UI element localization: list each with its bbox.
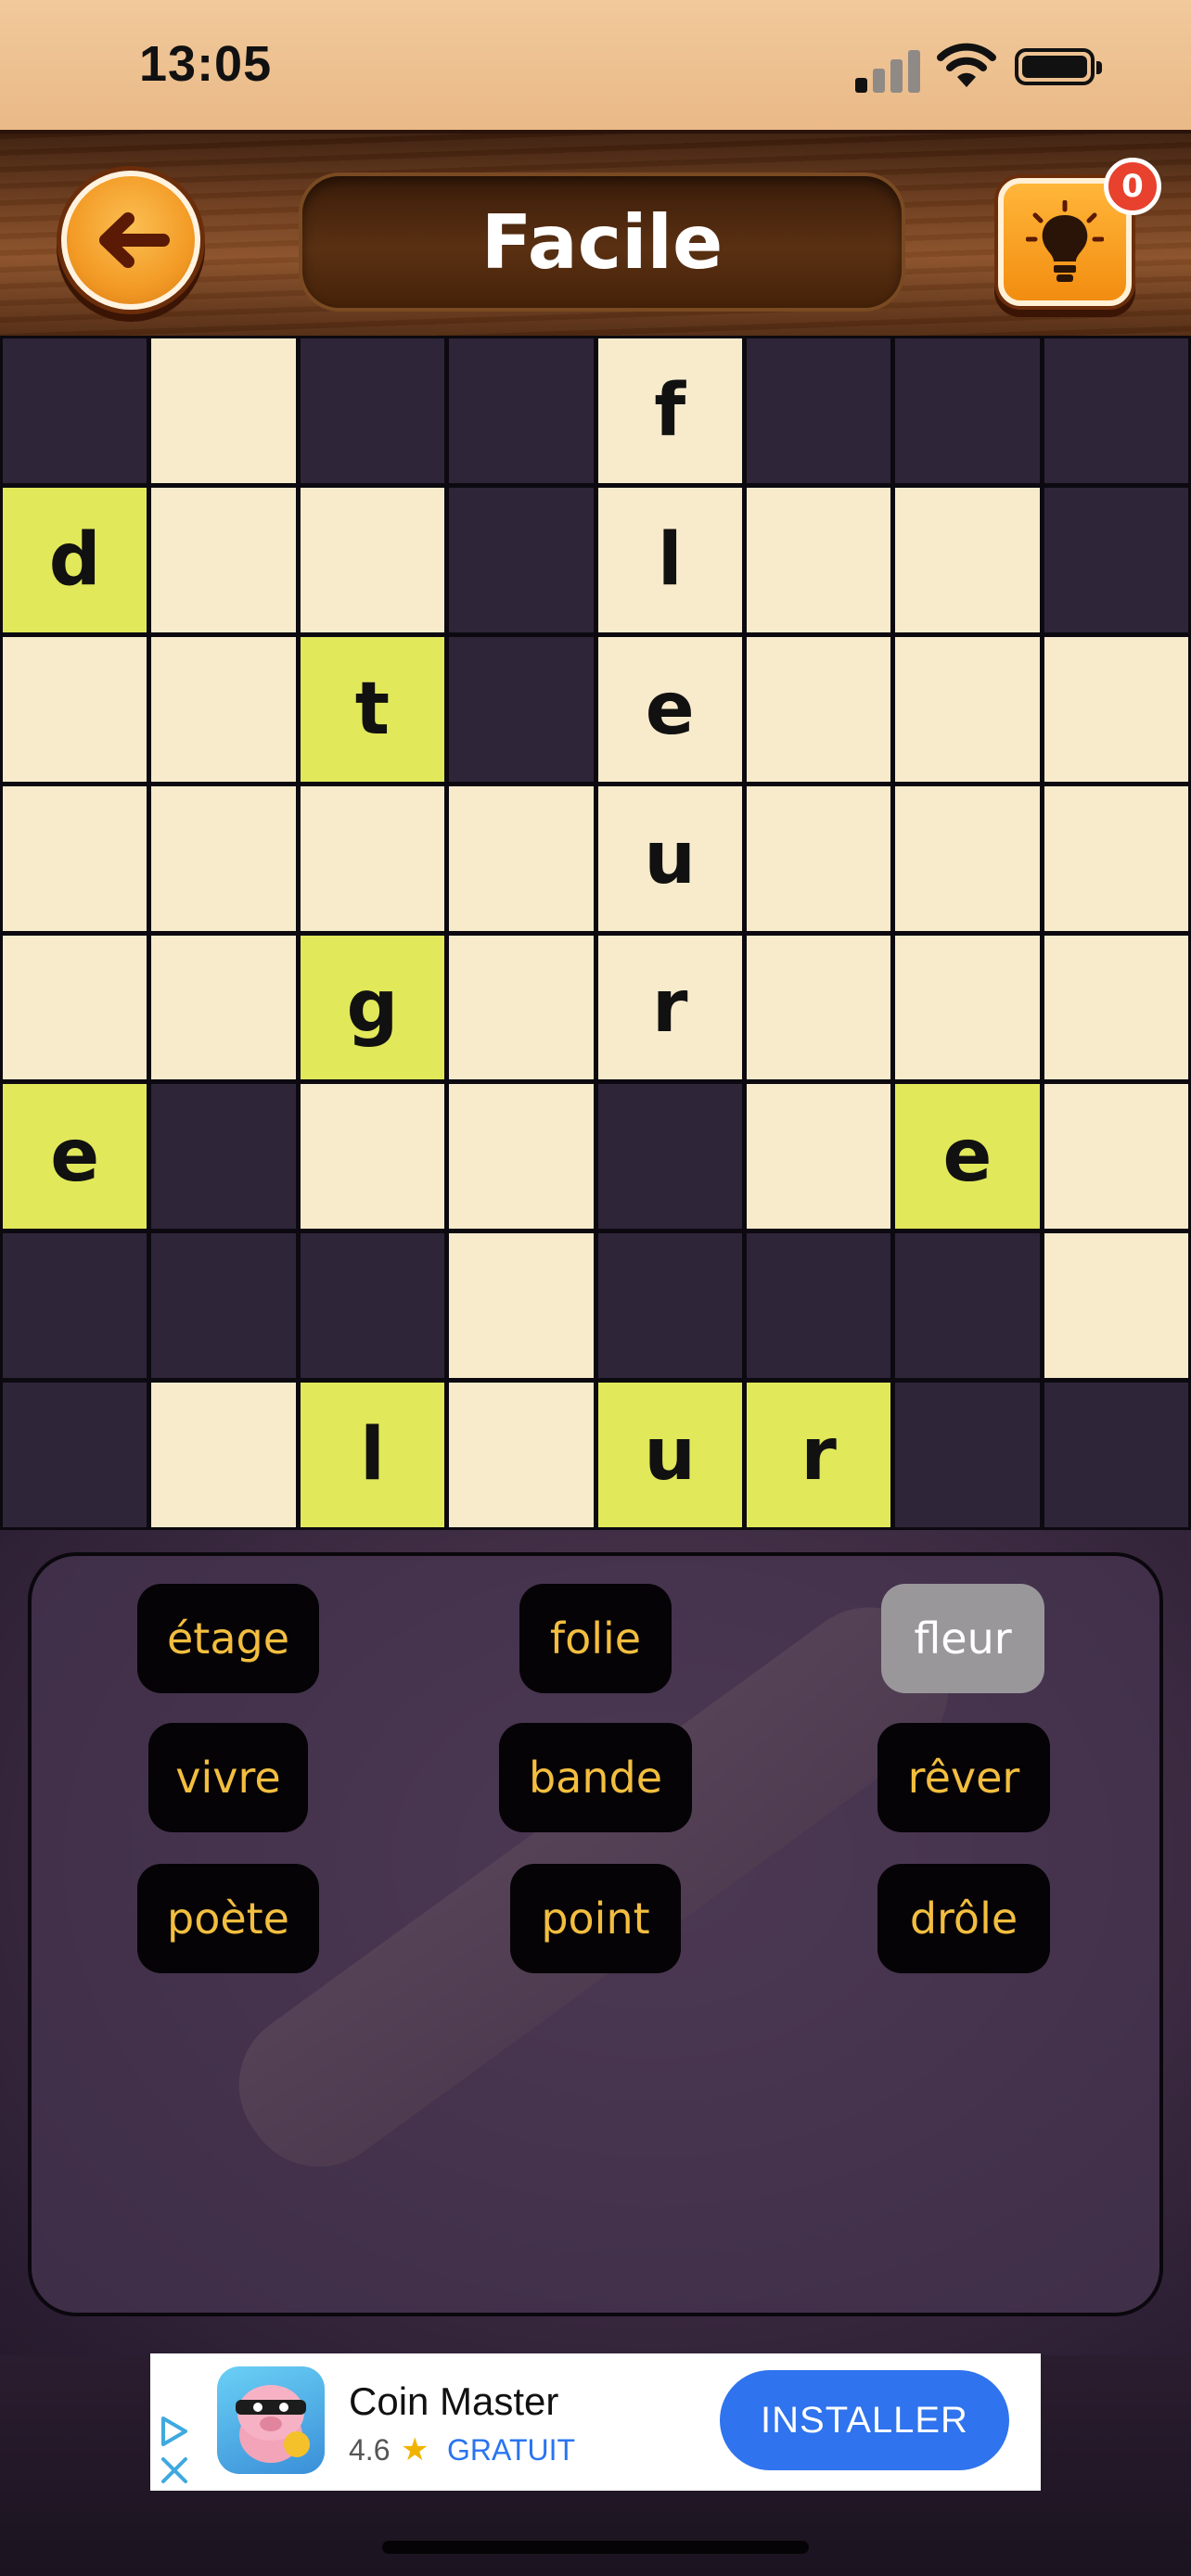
grid-cell[interactable] <box>3 636 147 782</box>
grid-cell[interactable]: l <box>597 487 742 632</box>
grid-cell-blocked <box>1044 1383 1188 1527</box>
crossword-grid[interactable]: fdlteugreelur <box>0 336 1191 1530</box>
grid-cell-blocked <box>151 1233 296 1379</box>
word-chip[interactable]: folie <box>519 1584 672 1693</box>
word-chip[interactable]: rêver <box>877 1723 1050 1832</box>
grid-cell-blocked <box>895 1383 1040 1527</box>
app-icon[interactable] <box>217 2366 325 2474</box>
grid-cell[interactable]: u <box>597 785 742 931</box>
grid-cell-blocked <box>449 636 594 782</box>
grid-cell-highlighted[interactable]: r <box>746 1383 891 1527</box>
status-time: 13:05 <box>139 36 273 92</box>
grid-cell-blocked <box>895 1233 1040 1379</box>
grid-cell[interactable] <box>895 935 1040 1080</box>
grid-cell-blocked <box>3 1383 147 1527</box>
grid-cell[interactable]: r <box>597 935 742 1080</box>
hint-count-badge: 0 <box>1104 158 1161 215</box>
grid-cell[interactable] <box>895 636 1040 782</box>
grid-cell-blocked <box>1044 338 1188 483</box>
grid-cell-blocked <box>597 1233 742 1379</box>
grid-cell-blocked <box>449 487 594 632</box>
grid-cell[interactable] <box>300 1084 445 1230</box>
grid-cell-blocked <box>1044 487 1188 632</box>
grid-cell[interactable] <box>746 785 891 931</box>
cellular-signal-icon <box>855 46 922 93</box>
word-chip[interactable]: bande <box>499 1723 692 1832</box>
grid-cell[interactable] <box>746 935 891 1080</box>
grid-cell[interactable] <box>1044 1233 1188 1379</box>
grid-cell[interactable] <box>1044 935 1188 1080</box>
grid-cell[interactable] <box>151 487 296 632</box>
grid-cell[interactable] <box>1044 1084 1188 1230</box>
grid-cell[interactable]: f <box>597 338 742 483</box>
grid-cell[interactable] <box>449 1233 594 1379</box>
grid-cell-highlighted[interactable]: d <box>3 487 147 632</box>
grid-cell[interactable] <box>746 636 891 782</box>
ad-choices-icon[interactable] <box>156 2413 193 2487</box>
grid-cell[interactable] <box>300 487 445 632</box>
grid-cell-blocked <box>597 1084 742 1230</box>
grid-cell[interactable] <box>449 785 594 931</box>
wifi-icon <box>937 43 996 87</box>
grid-cell[interactable]: e <box>597 636 742 782</box>
grid-cell-blocked <box>449 338 594 483</box>
word-chip-found[interactable]: fleur <box>881 1584 1044 1693</box>
grid-cell-blocked <box>746 1233 891 1379</box>
grid-cell[interactable] <box>746 487 891 632</box>
battery-icon <box>1015 48 1102 85</box>
grid-cell[interactable] <box>3 935 147 1080</box>
grid-cell-blocked <box>3 338 147 483</box>
ad-banner[interactable]: Coin Master 4.6 ★ GRATUIT INSTALLER <box>150 2353 1041 2491</box>
grid-cell[interactable] <box>3 785 147 931</box>
grid-cell-blocked <box>746 338 891 483</box>
grid-cell[interactable] <box>151 636 296 782</box>
grid-cell-blocked <box>895 338 1040 483</box>
grid-cell[interactable] <box>895 785 1040 931</box>
ad-app-name: Coin Master <box>349 2379 559 2423</box>
game-header: Facile <box>0 130 1191 339</box>
grid-cell[interactable] <box>449 1383 594 1527</box>
word-chip[interactable]: poète <box>137 1864 319 1973</box>
grid-cell[interactable] <box>151 935 296 1080</box>
back-button[interactable] <box>61 171 200 310</box>
lightbulb-icon <box>1026 200 1104 282</box>
grid-cell-blocked <box>151 1084 296 1230</box>
status-bar: 13:05 <box>0 0 1191 130</box>
grid-cell[interactable] <box>746 1084 891 1230</box>
grid-cell[interactable] <box>300 785 445 931</box>
ad-app-rating: 4.6 <box>349 2433 391 2467</box>
arrow-left-icon <box>99 212 170 268</box>
word-chip[interactable]: vivre <box>148 1723 308 1832</box>
grid-cell[interactable] <box>449 935 594 1080</box>
word-chip[interactable]: drôle <box>877 1864 1050 1973</box>
ad-app-price: GRATUIT <box>447 2433 576 2467</box>
grid-cell-highlighted[interactable]: t <box>300 636 445 782</box>
grid-cell-highlighted[interactable]: e <box>3 1084 147 1230</box>
grid-cell[interactable] <box>151 785 296 931</box>
grid-cell-blocked <box>300 338 445 483</box>
grid-cell[interactable] <box>1044 636 1188 782</box>
grid-cell-highlighted[interactable]: g <box>300 935 445 1080</box>
grid-cell[interactable] <box>151 338 296 483</box>
grid-cell[interactable] <box>151 1383 296 1527</box>
grid-cell-highlighted[interactable]: u <box>597 1383 742 1527</box>
install-button[interactable]: INSTALLER <box>720 2370 1009 2470</box>
grid-cell-highlighted[interactable]: l <box>300 1383 445 1527</box>
grid-cell[interactable] <box>449 1084 594 1230</box>
level-title: Facile <box>480 198 724 286</box>
grid-cell-blocked <box>3 1233 147 1379</box>
title-plaque: Facile <box>302 176 902 308</box>
star-icon: ★ <box>401 2431 429 2468</box>
word-chip[interactable]: étage <box>137 1584 319 1693</box>
grid-cell[interactable] <box>895 487 1040 632</box>
home-indicator[interactable] <box>382 2541 809 2554</box>
grid-cell[interactable] <box>1044 785 1188 931</box>
grid-cell-blocked <box>300 1233 445 1379</box>
word-chip[interactable]: point <box>510 1864 681 1973</box>
grid-cell-highlighted[interactable]: e <box>895 1084 1040 1230</box>
